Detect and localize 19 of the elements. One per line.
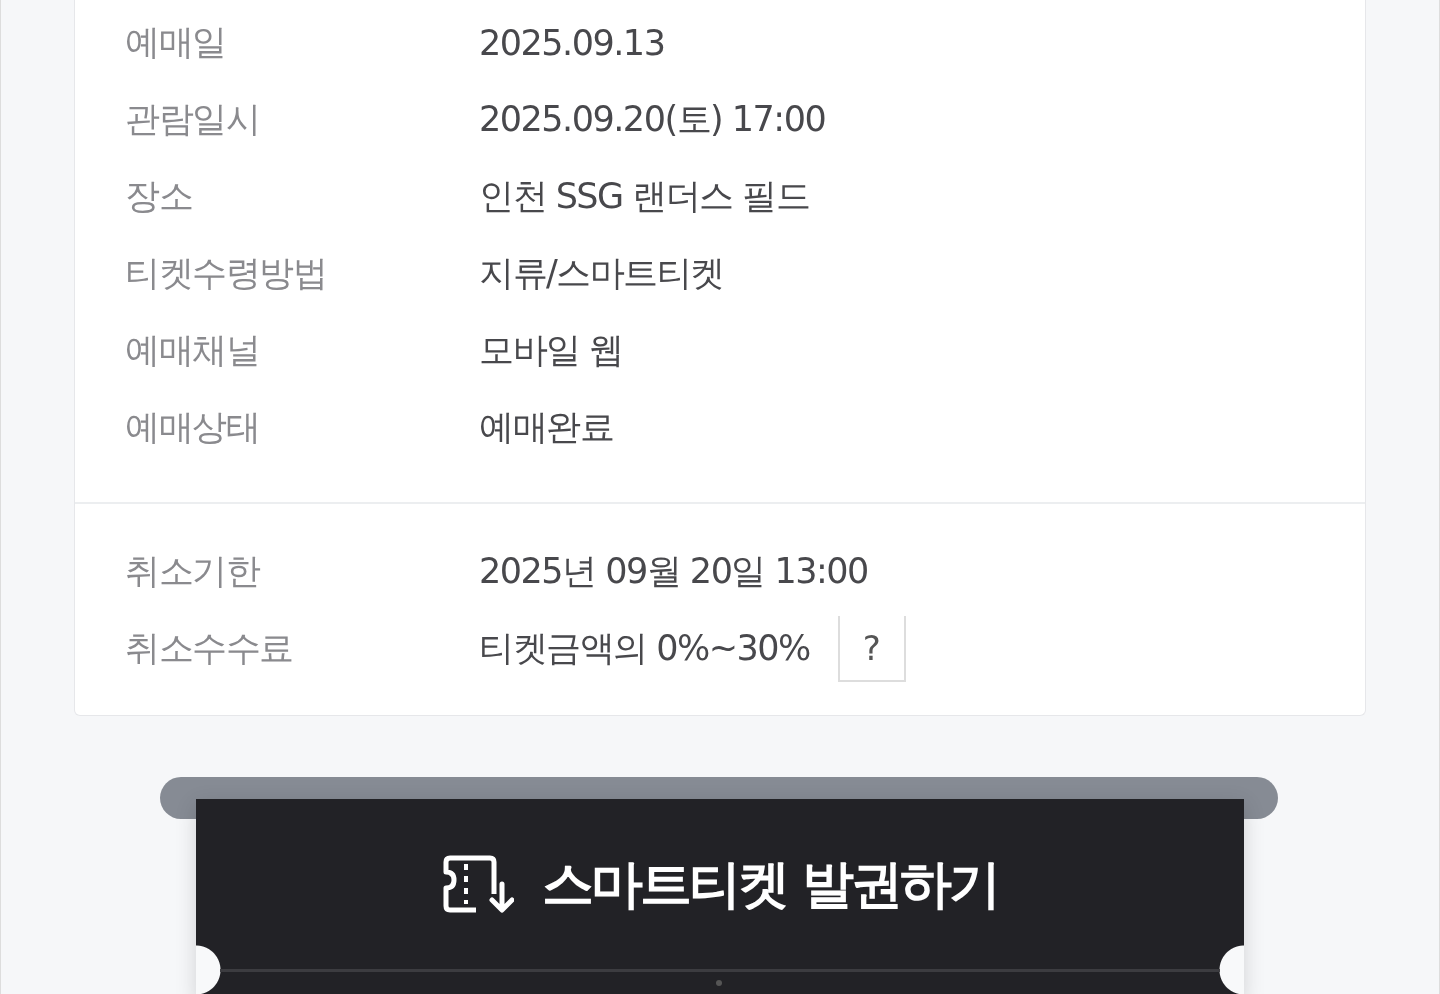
field-value: 인천 SSG 랜더스 필드	[479, 175, 810, 218]
field-label: 예매상태	[125, 406, 260, 449]
help-button[interactable]: ?	[837, 615, 906, 682]
field-label: 취소수수료	[125, 627, 294, 670]
field-value: 2025.09.20(토) 17:00	[479, 98, 826, 141]
field-label: 취소기한	[125, 550, 261, 593]
field-value: 모바일 웹	[479, 329, 623, 372]
issue-smart-ticket-button[interactable]: 스마트티켓 발권하기	[196, 799, 1244, 994]
field-label: 예매일	[125, 21, 227, 64]
field-label: 장소	[125, 175, 193, 218]
field-label: 예매채널	[125, 329, 260, 372]
field-value: 지류/스마트티켓	[479, 252, 724, 295]
field-value: 2025년 09월 20일 13:00	[479, 550, 868, 593]
field-label: 티켓수령방법	[125, 252, 327, 295]
field-value: 2025.09.13	[479, 22, 665, 63]
field-label: 관람일시	[125, 98, 260, 141]
ticket-download-icon	[441, 854, 514, 914]
field-value: 예매완료	[479, 406, 613, 449]
field-value: 티켓금액의 0%~30%	[479, 627, 810, 670]
